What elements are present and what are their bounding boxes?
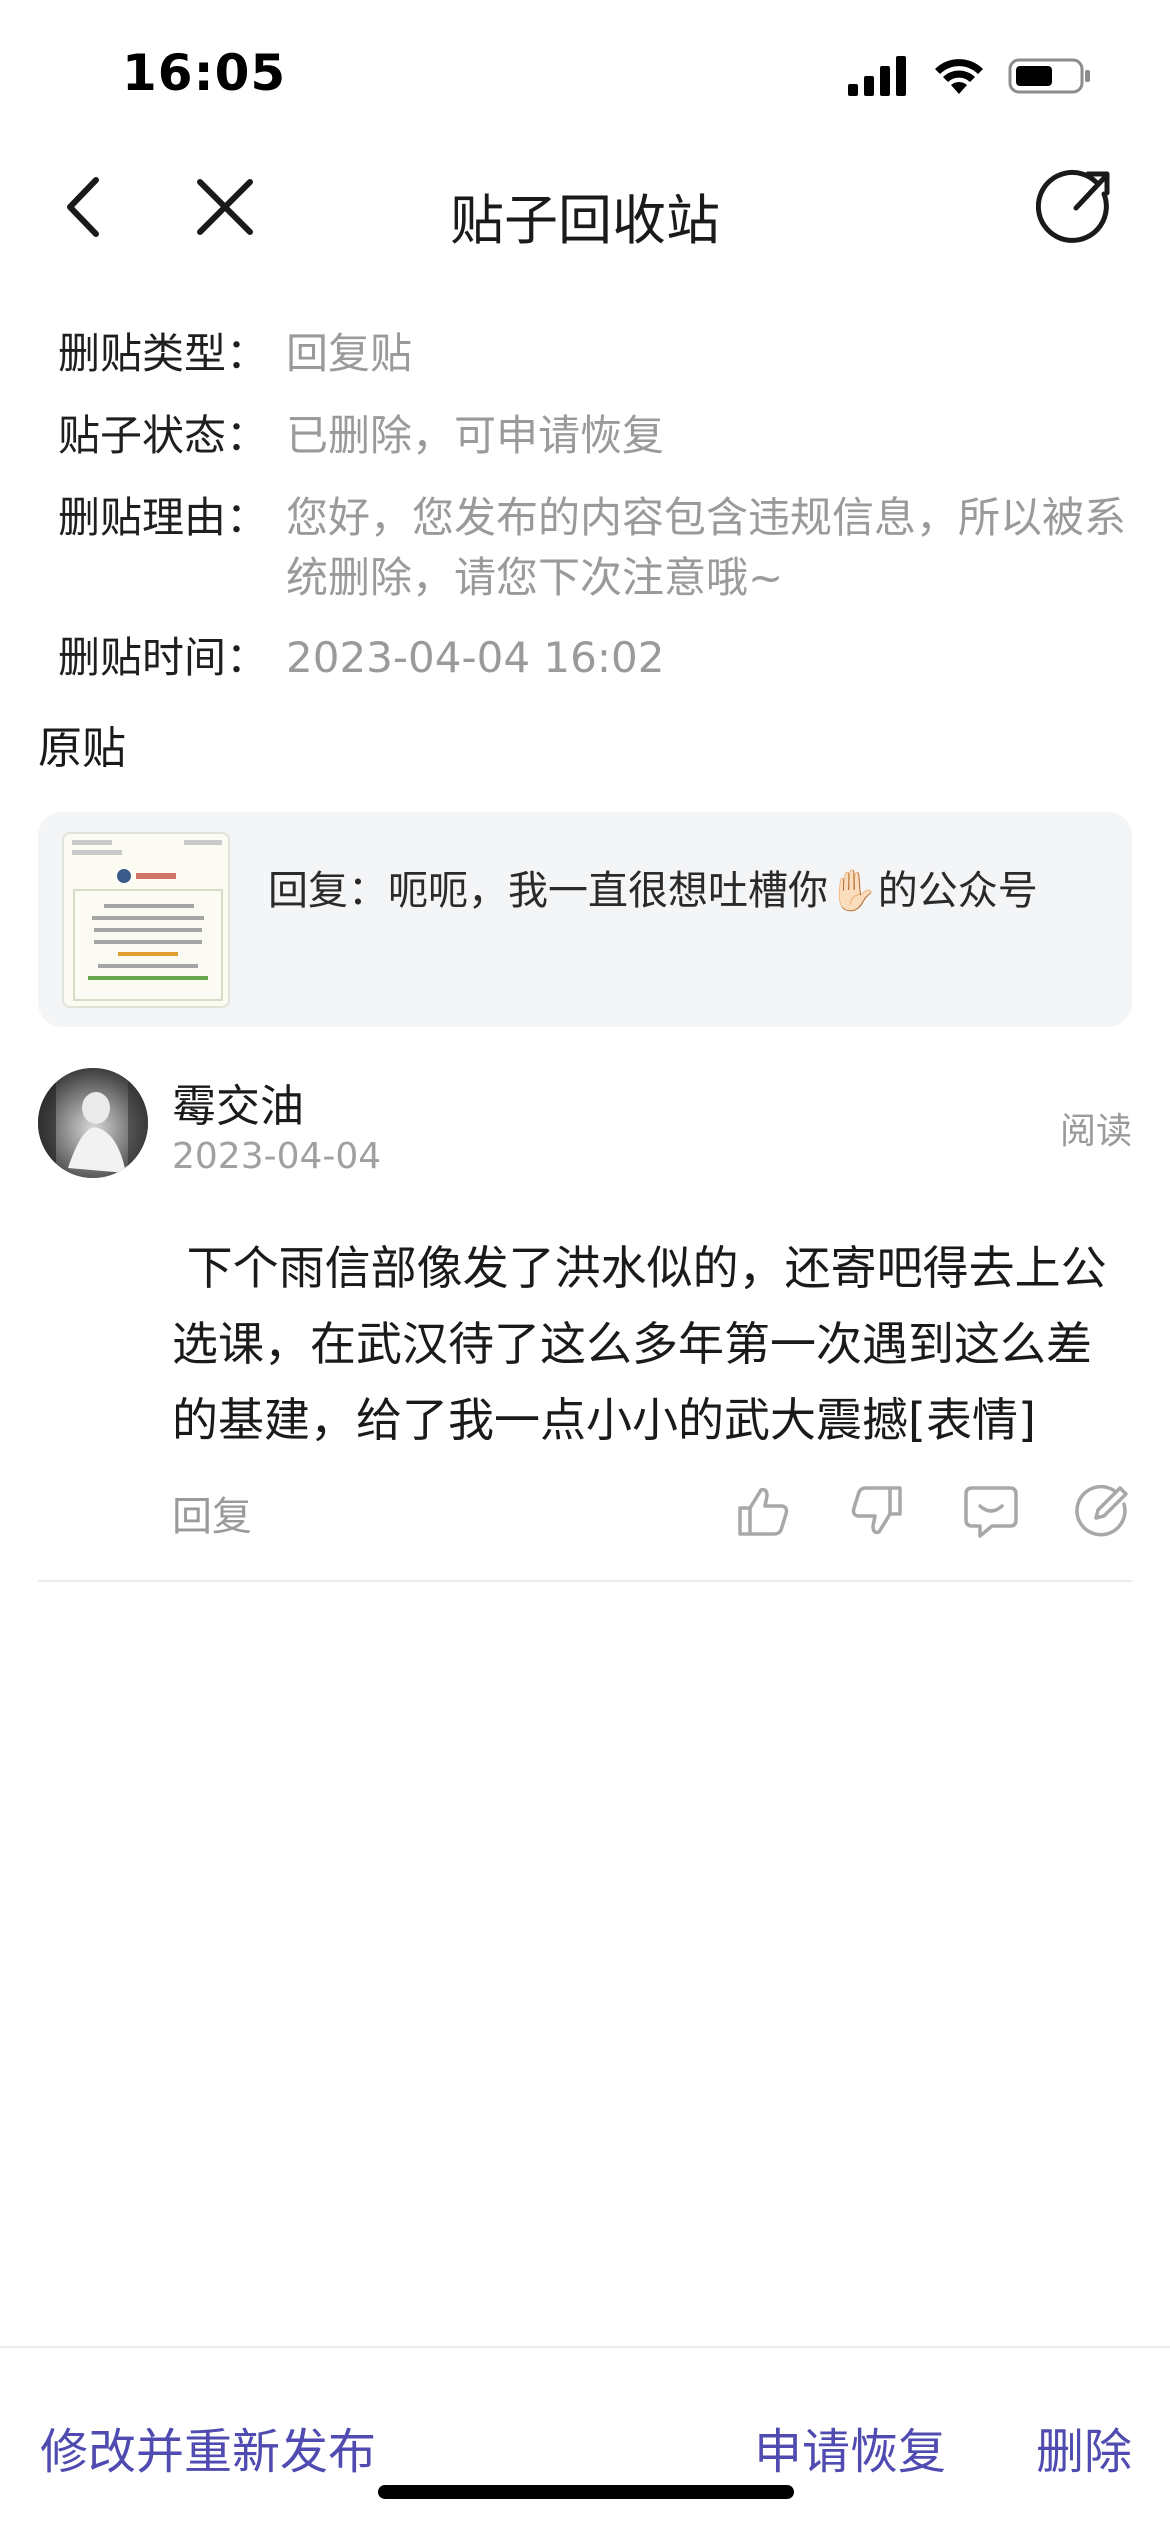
avatar-image bbox=[38, 1068, 148, 1178]
status-time: 16:05 bbox=[122, 44, 287, 102]
info-row-time: 删贴时间： 2023-04-04 16:02 bbox=[58, 628, 1138, 688]
username[interactable]: 霉交油 bbox=[172, 1070, 304, 1134]
info-value: 回复贴 bbox=[286, 329, 413, 378]
edit-icon[interactable] bbox=[1074, 1482, 1132, 1540]
post-thumbnail bbox=[62, 832, 230, 1008]
status-bar: 16:05 bbox=[0, 0, 1170, 140]
status-icons bbox=[848, 56, 1092, 96]
info-value: 您好，您发布的内容包含违规信息，所以被系统删除，请您下次注意哦~ bbox=[286, 493, 1127, 602]
comment-date: 2023-04-04 bbox=[172, 1136, 382, 1177]
reply-button[interactable]: 回复 bbox=[172, 1484, 252, 1542]
battery-icon bbox=[1008, 58, 1090, 94]
comment-body: 下个雨信部像发了洪水似的，还寄吧得去上公选课，在武汉待了这么多年第一次遇到这么差… bbox=[172, 1241, 1107, 1447]
thumbs-down-icon[interactable] bbox=[848, 1482, 906, 1540]
divider bbox=[38, 1580, 1132, 1582]
signal-icon bbox=[848, 56, 906, 96]
wifi-icon bbox=[935, 59, 983, 94]
thumbs-up-icon[interactable] bbox=[734, 1482, 792, 1540]
info-value: 2023-04-04 16:02 bbox=[286, 633, 665, 682]
info-label: 贴子状态： bbox=[58, 411, 269, 460]
delete-button[interactable]: 删除 bbox=[1036, 2412, 1132, 2482]
share-icon[interactable] bbox=[1036, 164, 1118, 246]
info-label: 删贴时间： bbox=[58, 633, 269, 682]
home-indicator[interactable] bbox=[378, 2485, 794, 2499]
avatar[interactable] bbox=[38, 1068, 148, 1178]
info-row-status: 贴子状态： 已删除，可申请恢复 bbox=[58, 406, 1138, 466]
read-label[interactable]: 阅读 bbox=[1060, 1102, 1132, 1154]
request-restore-button[interactable]: 申请恢复 bbox=[754, 2412, 946, 2482]
original-post-text: 回复：呃呃，我一直很想吐槽你✋🏻的公众号 bbox=[268, 868, 1038, 914]
bottom-action-bar: 修改并重新发布 申请恢复 删除 bbox=[0, 2346, 1170, 2532]
info-row-type: 删贴类型： 回复贴 bbox=[58, 324, 1138, 384]
info-label: 删贴类型： bbox=[58, 329, 269, 378]
thumbnail-image bbox=[64, 834, 228, 1006]
page-title: 贴子回收站 bbox=[450, 189, 720, 252]
info-row-reason: 删贴理由： 您好，您发布的内容包含违规信息，所以被系统删除，请您下次注意哦~ bbox=[58, 488, 1138, 608]
original-post-title: 原贴 bbox=[38, 723, 126, 774]
info-value: 已删除，可申请恢复 bbox=[286, 411, 665, 460]
info-label: 删贴理由： bbox=[58, 493, 269, 542]
comment-icon[interactable] bbox=[962, 1482, 1020, 1540]
original-post-card[interactable]: 回复：呃呃，我一直很想吐槽你✋🏻的公众号 bbox=[38, 812, 1132, 1027]
edit-republish-button[interactable]: 修改并重新发布 bbox=[40, 2412, 376, 2482]
nav-bar: 贴子回收站 bbox=[0, 150, 1170, 260]
